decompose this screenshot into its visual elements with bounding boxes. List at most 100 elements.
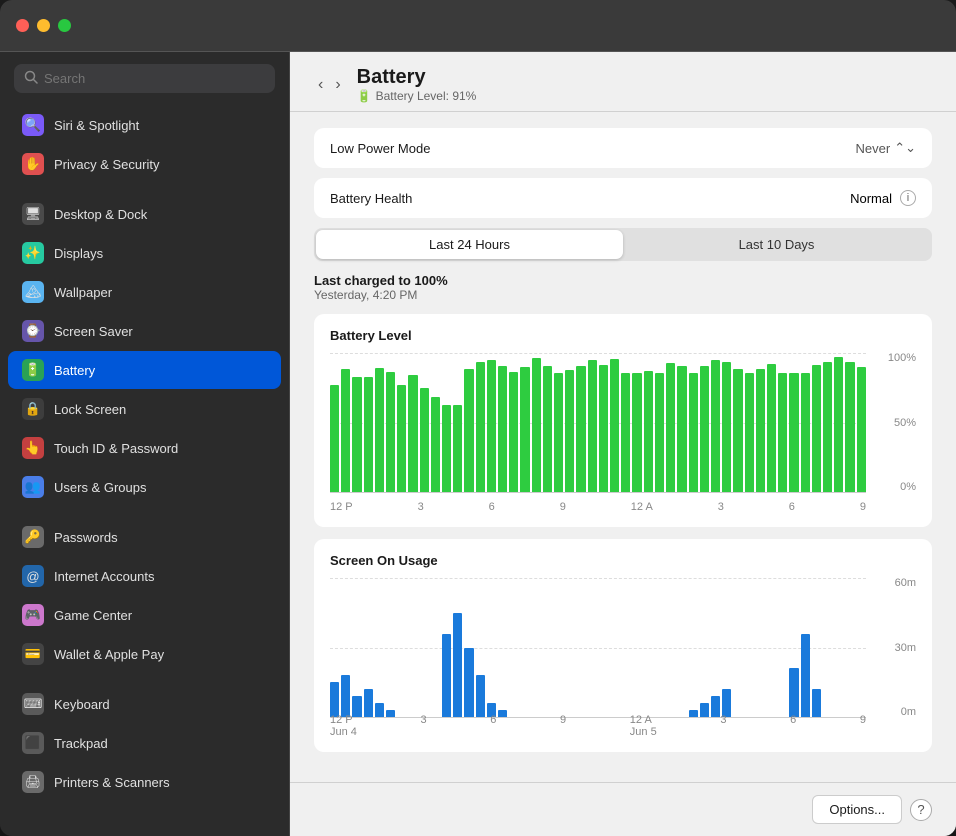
sidebar-item-users-groups[interactable]: 👥 Users & Groups — [8, 468, 281, 506]
screen-x-label-wrapper-3: 9 — [560, 714, 566, 738]
sidebar-item-touch-id[interactable]: 👆 Touch ID & Password — [8, 429, 281, 467]
sidebar-item-battery[interactable]: 🔋 Battery — [8, 351, 281, 389]
sidebar-item-siri-spotlight[interactable]: 🔍 Siri & Spotlight — [8, 106, 281, 144]
sidebar-item-privacy-security[interactable]: ✋ Privacy & Security — [8, 145, 281, 183]
nav-forward-button[interactable]: › — [331, 74, 344, 96]
sidebar-item-game-center[interactable]: 🎮 Game Center — [8, 596, 281, 634]
screen-x-label-6: 6 — [790, 714, 796, 726]
tab-24h[interactable]: Last 24 Hours — [316, 230, 623, 259]
nav-back-button[interactable]: ‹ — [314, 74, 327, 96]
screen-usage-chart-title: Screen On Usage — [330, 553, 916, 568]
wallet-applepay-icon: 💳 — [22, 643, 44, 665]
internet-accounts-icon: @ — [22, 565, 44, 587]
battery-level-chart-section: Battery Level 0% 50% 100% — [314, 314, 932, 527]
screen-x-label-0: 12 P — [330, 714, 357, 726]
screen-date-label-4: Jun 5 — [630, 726, 657, 738]
screen-bar — [330, 682, 339, 717]
sidebar-item-keyboard[interactable]: ⌨ Keyboard — [8, 685, 281, 723]
battery-bar — [431, 397, 440, 492]
maximize-button[interactable] — [58, 19, 71, 32]
trackpad-icon: ⬛ — [22, 732, 44, 754]
screen-x-labels: 12 PJun 436912 AJun 5369 — [330, 714, 866, 738]
keyboard-icon: ⌨ — [22, 693, 44, 715]
sidebar-item-printers-scanners[interactable]: 🖨 Printers & Scanners — [8, 763, 281, 801]
last-charged-block: Last charged to 100% Yesterday, 4:20 PM — [314, 273, 932, 302]
sidebar-item-trackpad[interactable]: ⬛ Trackpad — [8, 724, 281, 762]
screen-x-label-7: 9 — [860, 714, 866, 726]
battery-x-label-3: 9 — [560, 501, 566, 513]
battery-x-label-4: 12 A — [631, 501, 653, 513]
battery-bar — [386, 372, 395, 492]
internet-accounts-label: Internet Accounts — [54, 569, 154, 584]
screen-x-label-wrapper-4: 12 AJun 5 — [630, 714, 657, 738]
game-center-label: Game Center — [54, 608, 132, 623]
close-button[interactable] — [16, 19, 29, 32]
help-button[interactable]: ? — [910, 799, 932, 821]
screen-bar — [801, 634, 810, 717]
screen-usage-chart-section: Screen On Usage 0m 30m 60m — [314, 539, 932, 752]
screen-bar — [341, 675, 350, 717]
sidebar-item-screen-saver[interactable]: ⌚ Screen Saver — [8, 312, 281, 350]
low-power-mode-value[interactable]: Never ⌃⌄ — [856, 140, 916, 156]
screen-x-label-wrapper-2: 6 — [490, 714, 496, 738]
battery-label: Battery — [54, 363, 95, 378]
sidebar-items-container: 🔍 Siri & Spotlight ✋ Privacy & Security … — [0, 105, 289, 802]
passwords-label: Passwords — [54, 530, 118, 545]
screen-usage-chart: 0m 30m 60m 12 PJun 436912 AJun 5369 — [330, 578, 916, 738]
battery-bar — [487, 360, 496, 492]
screen-chart-plot — [330, 578, 866, 718]
screen-x-label-3: 9 — [560, 714, 566, 726]
users-groups-icon: 👥 — [22, 476, 44, 498]
screen-bar — [812, 689, 821, 717]
sidebar-item-internet-accounts[interactable]: @ Internet Accounts — [8, 557, 281, 595]
detail-title: Battery — [357, 66, 477, 89]
sidebar-item-passwords[interactable]: 🔑 Passwords — [8, 518, 281, 556]
battery-bar — [700, 366, 709, 492]
sidebar-spacer — [0, 184, 289, 194]
battery-bar — [689, 373, 698, 492]
battery-bar — [823, 362, 832, 492]
screen-x-label-wrapper-6: 6 — [790, 714, 796, 738]
screen-x-label-4: 12 A — [630, 714, 657, 726]
siri-spotlight-icon: 🔍 — [22, 114, 44, 136]
options-button[interactable]: Options... — [812, 795, 902, 824]
battery-bar — [397, 385, 406, 492]
screen-bar — [442, 634, 451, 717]
battery-bar — [520, 367, 529, 492]
battery-health-label: Battery Health — [330, 191, 412, 206]
battery-bar — [408, 375, 417, 492]
wallet-applepay-label: Wallet & Apple Pay — [54, 647, 164, 662]
battery-bar — [677, 366, 686, 492]
touch-id-label: Touch ID & Password — [54, 441, 178, 456]
battery-x-label-6: 6 — [789, 501, 795, 513]
battery-bar — [330, 385, 339, 492]
sidebar-item-wallpaper[interactable]: 🏔 Wallpaper — [8, 273, 281, 311]
battery-x-label-0: 12 P — [330, 501, 353, 513]
screen-x-label-1: 3 — [421, 714, 427, 726]
battery-bar — [812, 365, 821, 492]
sidebar-item-wallet-applepay[interactable]: 💳 Wallet & Apple Pay — [8, 635, 281, 673]
battery-bar — [352, 377, 361, 492]
battery-chart-plot — [330, 353, 866, 493]
sidebar-item-desktop-dock[interactable]: 🖥 Desktop & Dock — [8, 195, 281, 233]
tab-10d[interactable]: Last 10 Days — [623, 230, 930, 259]
printers-scanners-icon: 🖨 — [22, 771, 44, 793]
screen-x-label-wrapper-5: 3 — [720, 714, 726, 738]
battery-bar — [745, 373, 754, 492]
battery-bar — [789, 373, 798, 492]
sidebar-item-displays[interactable]: ✨ Displays — [8, 234, 281, 272]
screen-y-label-0m: 0m — [874, 707, 916, 718]
battery-bar — [801, 373, 810, 492]
battery-bar — [655, 373, 664, 492]
info-icon[interactable]: i — [900, 190, 916, 206]
minimize-button[interactable] — [37, 19, 50, 32]
detail-subtitle: 🔋 Battery Level: 91% — [357, 89, 477, 103]
search-bar[interactable] — [14, 64, 275, 93]
battery-bar — [711, 360, 720, 492]
sidebar-item-lock-screen[interactable]: 🔒 Lock Screen — [8, 390, 281, 428]
search-input[interactable] — [44, 71, 265, 86]
battery-bar — [610, 359, 619, 492]
sidebar: 🔍 Siri & Spotlight ✋ Privacy & Security … — [0, 52, 290, 836]
keyboard-label: Keyboard — [54, 697, 110, 712]
wallpaper-label: Wallpaper — [54, 285, 112, 300]
